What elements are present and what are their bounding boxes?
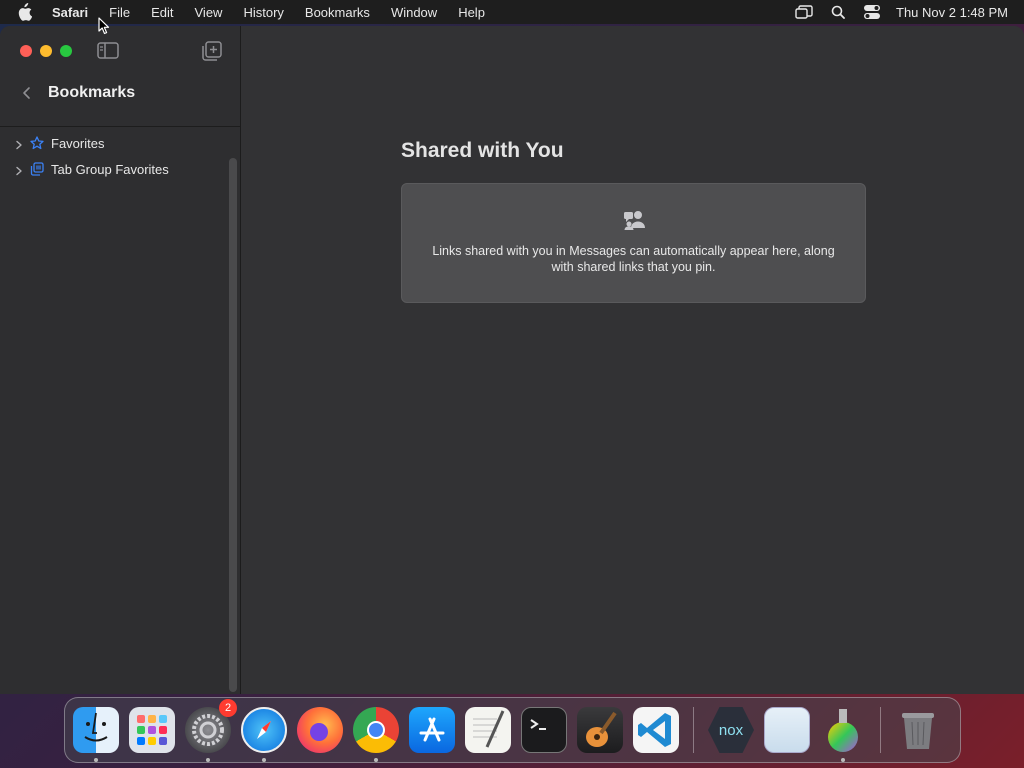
disclosure-triangle-icon[interactable]	[14, 164, 24, 176]
sidebar-title: Bookmarks	[48, 84, 136, 101]
menu-bookmarks[interactable]: Bookmarks	[305, 5, 370, 20]
sidebar-item-tab-group-favorites[interactable]: Tab Group Favorites	[14, 156, 169, 182]
star-icon	[30, 136, 44, 150]
svg-text:nox: nox	[719, 722, 744, 739]
menu-file[interactable]: File	[109, 5, 130, 20]
minimize-button[interactable]	[40, 45, 52, 57]
notification-badge: 2	[219, 699, 237, 717]
automator-icon[interactable]	[820, 707, 866, 762]
chrome-icon[interactable]	[353, 707, 399, 762]
menu-help[interactable]: Help	[458, 5, 485, 20]
disclosure-triangle-icon[interactable]	[14, 138, 24, 150]
menu-clock[interactable]: Thu Nov 2 1:48 PM	[896, 5, 1008, 20]
finder-icon[interactable]	[73, 707, 119, 762]
safari-icon[interactable]	[241, 707, 287, 762]
dock-separator	[880, 707, 881, 753]
vscode-icon[interactable]	[633, 707, 679, 753]
nox-player-icon[interactable]: nox	[708, 707, 754, 753]
sidebar-item-label: Tab Group Favorites	[51, 161, 169, 177]
spotlight-search-icon[interactable]	[828, 4, 848, 20]
shared-with-you-card: Links shared with you in Messages can au…	[401, 183, 866, 303]
back-chevron-icon[interactable]	[20, 85, 34, 101]
app-store-icon[interactable]	[409, 707, 455, 753]
textedit-icon[interactable]	[465, 707, 511, 753]
dock-separator	[693, 707, 694, 753]
menu-view[interactable]: View	[195, 5, 223, 20]
safari-window: Bookmarks Favorites Tab Group Favorites …	[0, 26, 1024, 694]
control-center-icon[interactable]	[862, 4, 882, 20]
launchpad-icon[interactable]	[129, 707, 175, 753]
zoom-button[interactable]	[60, 45, 72, 57]
menu-app-name[interactable]: Safari	[52, 5, 88, 20]
running-indicator	[94, 758, 98, 762]
new-tab-group-icon[interactable]	[201, 40, 223, 62]
screen-mirroring-icon[interactable]	[794, 4, 814, 20]
sidebar-item-favorites[interactable]: Favorites	[14, 130, 169, 156]
main-content: Shared with You Links shared with you in…	[242, 26, 1024, 694]
menu-history[interactable]: History	[243, 5, 283, 20]
trash-icon[interactable]	[895, 707, 941, 753]
menu-bar: Safari File Edit View History Bookmarks …	[0, 0, 1024, 24]
apple-icon[interactable]	[16, 3, 38, 21]
garageband-icon[interactable]	[577, 707, 623, 753]
preview-icon[interactable]	[764, 707, 810, 753]
sidebar-divider	[0, 126, 240, 127]
system-settings-icon[interactable]: 2	[185, 699, 237, 762]
sidebar-item-label: Favorites	[51, 135, 105, 151]
running-indicator	[374, 758, 378, 762]
dock: 2 nox	[64, 697, 961, 763]
card-description: Links shared with you in Messages can au…	[432, 244, 835, 274]
running-indicator	[841, 758, 845, 762]
menu-edit[interactable]: Edit	[151, 5, 173, 20]
sidebar-scrollbar[interactable]	[229, 158, 237, 692]
close-button[interactable]	[20, 45, 32, 57]
running-indicator	[206, 758, 210, 762]
firefox-icon[interactable]	[297, 707, 343, 753]
sidebar-toggle-icon[interactable]	[97, 42, 119, 59]
page-title: Shared with You	[401, 139, 564, 162]
terminal-icon[interactable]	[521, 707, 567, 753]
window-controls	[20, 45, 72, 57]
tab-group-icon	[30, 162, 44, 176]
bookmarks-sidebar: Bookmarks Favorites Tab Group Favorites	[0, 26, 241, 694]
bookmarks-list: Favorites Tab Group Favorites	[14, 130, 169, 182]
running-indicator	[262, 758, 266, 762]
mouse-pointer-icon	[98, 17, 110, 35]
sidebar-header: Bookmarks	[20, 84, 135, 102]
shared-people-icon	[621, 209, 649, 231]
menu-window[interactable]: Window	[391, 5, 437, 20]
